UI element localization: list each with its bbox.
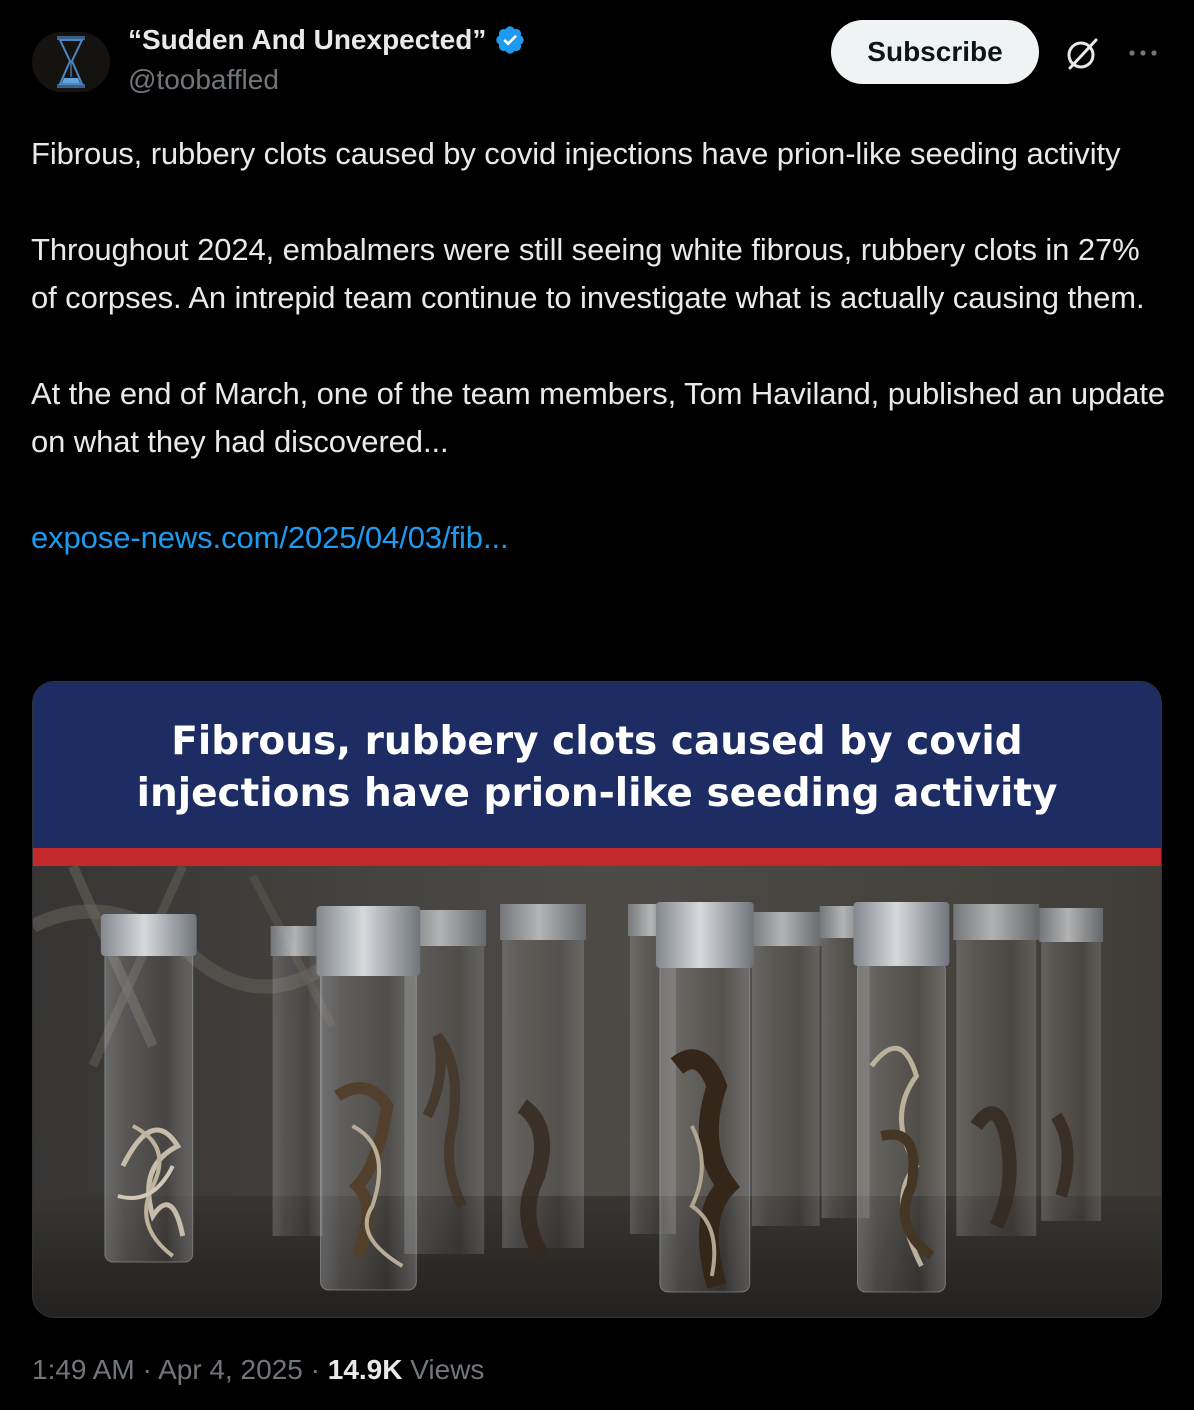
author-display-name[interactable]: “Sudden And Unexpected” — [128, 24, 486, 56]
article-link[interactable]: expose-news.com/2025/04/03/fib... — [31, 520, 509, 555]
post-paragraph: Throughout 2024, embalmers were still se… — [31, 232, 1145, 315]
media-card[interactable]: Fibrous, rubbery clots caused by covid i… — [32, 681, 1162, 1318]
post-paragraph: Fibrous, rubbery clots caused by covid i… — [31, 136, 1121, 171]
views-count[interactable]: 14.9K — [328, 1354, 403, 1385]
media-photo — [33, 866, 1161, 1317]
post-meta: 1:49 AM · Apr 4, 2025 · 14.9K Views — [32, 1354, 484, 1386]
media-headline-banner: Fibrous, rubbery clots caused by covid i… — [33, 682, 1161, 848]
media-headline-line: injections have prion-like seeding activ… — [136, 771, 1058, 816]
grok-slash-icon[interactable] — [1062, 34, 1102, 74]
post-time[interactable]: 1:49 AM — [32, 1354, 135, 1385]
hourglass-icon — [57, 36, 85, 88]
meta-separator: · — [142, 1354, 152, 1385]
author-handle[interactable]: @toobaffled — [128, 64, 279, 96]
author-name-row[interactable]: “Sudden And Unexpected” — [128, 24, 526, 56]
media-red-strip — [33, 848, 1161, 866]
media-headline-line: Fibrous, rubbery clots caused by covid — [171, 719, 1023, 764]
more-dots-icon[interactable] — [1126, 36, 1160, 70]
avatar[interactable] — [32, 32, 110, 92]
subscribe-button[interactable]: Subscribe — [831, 20, 1039, 84]
meta-separator: · — [310, 1354, 320, 1385]
post-paragraph: At the end of March, one of the team mem… — [31, 376, 1166, 459]
tweet: “Sudden And Unexpected” @toobaffled Subs… — [0, 0, 1194, 1410]
verified-badge-icon[interactable] — [494, 24, 526, 56]
views-label: Views — [410, 1354, 485, 1385]
post-date[interactable]: Apr 4, 2025 — [158, 1354, 303, 1385]
post-text: Fibrous, rubbery clots caused by covid i… — [31, 130, 1171, 562]
